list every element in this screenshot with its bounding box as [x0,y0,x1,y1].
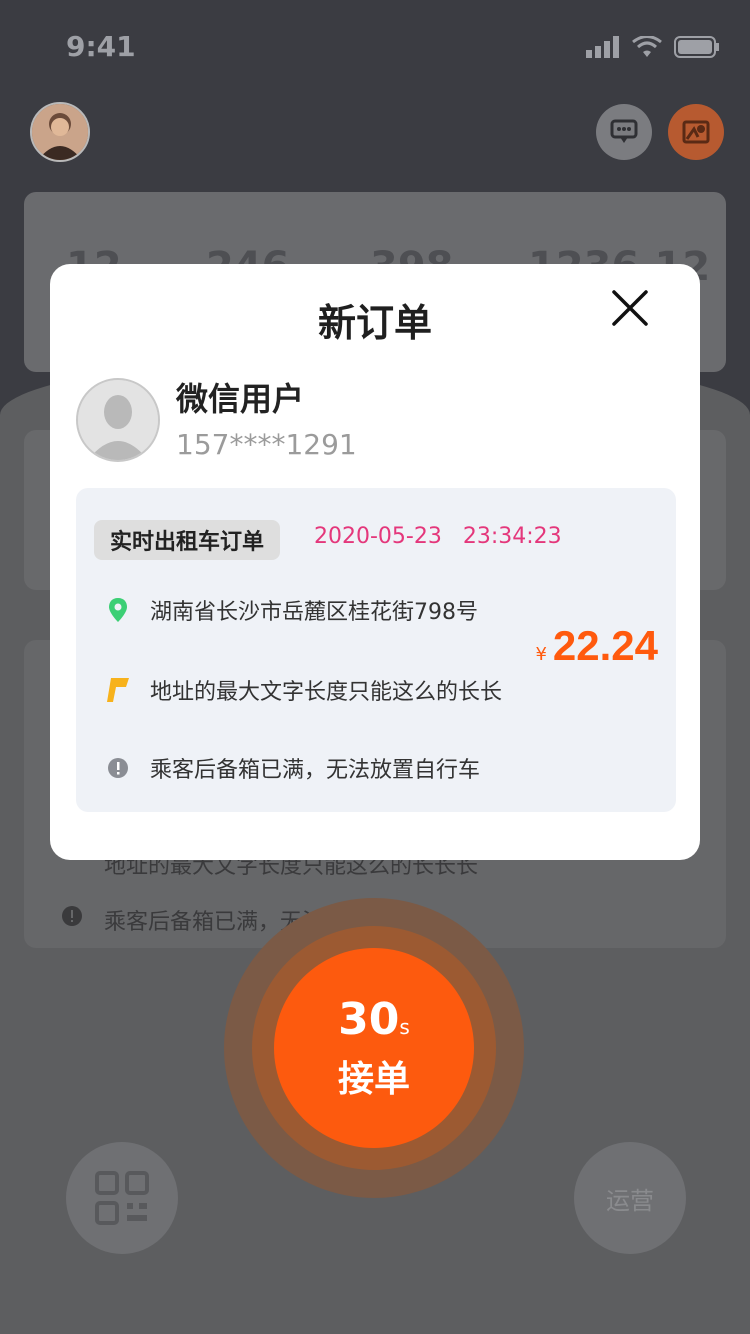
pickup-address: 湖南省长沙市岳麓区桂花街798号 [150,600,478,625]
message-button[interactable] [596,104,652,160]
wifi-icon [632,36,662,57]
countdown-value: 30 [338,994,400,1045]
message-icon [610,119,638,143]
passenger-name: 微信用户 [176,380,305,418]
order-datetime: 2020-05-23 23:34:23 [314,524,562,549]
order-type-tag: 实时出租车订单 [94,520,281,560]
price-currency: ¥ [535,644,547,665]
qr-code-button[interactable] [66,1142,178,1254]
accept-label: 接单 [337,1059,410,1100]
price-value: 22.24 [552,622,658,669]
status-icons [586,36,720,58]
operations-button[interactable]: 运营 [574,1142,686,1254]
countdown-unit: s [399,1015,410,1039]
close-button[interactable] [608,286,652,330]
passenger-phone: 157****1291 [176,428,357,461]
battery-icon [674,36,719,58]
signal-icon [586,36,619,58]
order-details: 实时出租车订单 2020-05-23 23:34:23 湖南省长沙市岳麓区桂花街… [76,488,676,812]
order-date: 2020-05-23 [314,524,442,549]
modal-title: 新订单 [317,301,432,345]
map-location-icon [682,120,710,144]
qr-code-icon [95,1171,149,1225]
alert-icon [62,906,82,930]
order-time: 23:34:23 [462,524,562,549]
new-order-modal: 新订单 微信用户 157****1291 实时出租车订单 2020-05-23 … [50,264,700,860]
info-alert-icon [106,756,130,780]
order-price: ¥ 22.24 [535,622,658,670]
accept-order-button[interactable]: 30s 接单 [274,948,474,1148]
note-row: 乘客后备箱已满，无法放置自行车 [106,752,480,784]
order-note-text: 乘客后备箱已满，无法放置自行车 [150,758,481,783]
pickup-row: 湖南省长沙市岳麓区桂花街798号 [106,594,478,626]
map-button[interactable] [668,104,724,160]
status-time: 9:41 [66,30,136,63]
passenger-avatar [76,378,160,462]
driver-avatar[interactable] [30,102,90,162]
pickup-pin-icon [106,598,130,622]
destination-row: 地址的最大文字长度只能这么的长长 [106,674,502,706]
destination-address: 地址的最大文字长度只能这么的长长 [150,680,503,705]
close-icon [612,290,648,326]
destination-flag-icon [106,678,130,702]
